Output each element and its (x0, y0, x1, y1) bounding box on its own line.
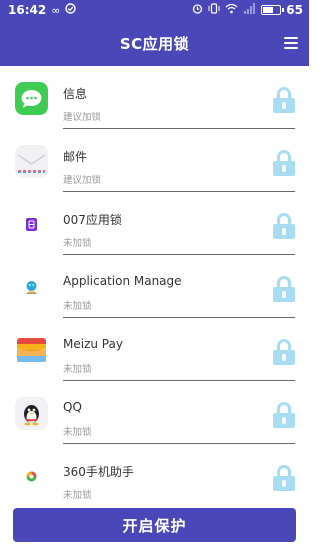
app-name: Meizu Pay (63, 337, 123, 351)
infinity-icon: ∞ (51, 3, 61, 17)
battery-icon (261, 5, 285, 15)
alarm-icon (192, 3, 203, 17)
app-lock-007-icon (15, 208, 48, 241)
app-row-meizu-pay[interactable]: Meizu Pay 未加锁 (0, 318, 309, 381)
application-manage-icon (15, 271, 48, 304)
lock-toggle-icon[interactable] (273, 150, 295, 176)
lock-status: 未加锁 (63, 301, 92, 312)
app-bar: SC应用锁 (0, 20, 309, 66)
qq-app-icon (15, 397, 48, 430)
app-row-application-manage[interactable]: Application Manage 未加锁 (0, 255, 309, 318)
lock-toggle-icon[interactable] (273, 339, 295, 365)
wifi-icon (225, 3, 238, 17)
app-row-mail[interactable]: 邮件 建议加锁 (0, 129, 309, 192)
signal-icon (243, 3, 256, 17)
app-name: 邮件 (63, 150, 88, 164)
app-row-qq[interactable]: QQ 未加锁 (0, 381, 309, 444)
lock-toggle-icon[interactable] (273, 402, 295, 428)
app-name: QQ (63, 400, 82, 414)
app-name: 007应用锁 (63, 213, 122, 227)
lock-toggle-icon[interactable] (273, 213, 295, 239)
app-name: Application Manage (63, 274, 182, 288)
app-list: 信息 建议加锁 邮件 建议加锁 007应用锁 未加锁 Application M… (0, 66, 309, 507)
app-name: 信息 (63, 87, 88, 101)
status-bar: 16:42 ∞ 65 (0, 0, 309, 20)
lock-status: 未加锁 (63, 427, 92, 438)
meizu-pay-icon (15, 334, 48, 367)
battery-level: 65 (286, 3, 303, 17)
lock-status: 未加锁 (63, 364, 92, 375)
lock-status: 未加锁 (63, 490, 92, 501)
app-title: SC应用锁 (119, 34, 190, 53)
messages-app-icon (15, 82, 48, 115)
360-assistant-icon (15, 460, 48, 493)
check-circle-icon (65, 3, 77, 17)
app-name: 360手机助手 (63, 465, 134, 479)
lock-status: 建议加锁 (63, 175, 102, 186)
app-row-360-assistant[interactable]: 360手机助手 未加锁 (0, 444, 309, 507)
status-bar-left: 16:42 ∞ (8, 3, 77, 17)
enable-protection-button[interactable]: 开启保护 (13, 508, 296, 542)
lock-toggle-icon[interactable] (273, 87, 295, 113)
app-row-messages[interactable]: 信息 建议加锁 (0, 66, 309, 129)
lock-toggle-icon[interactable] (273, 276, 295, 302)
vibrate-icon (208, 3, 220, 17)
status-bar-right: 65 (192, 3, 303, 17)
status-time: 16:42 (8, 3, 47, 17)
mail-app-icon (15, 145, 48, 178)
lock-toggle-icon[interactable] (273, 465, 295, 491)
lock-status: 建议加锁 (63, 112, 102, 123)
hamburger-menu-icon[interactable] (284, 37, 298, 49)
lock-status: 未加锁 (63, 238, 92, 249)
app-row-007-app-lock[interactable]: 007应用锁 未加锁 (0, 192, 309, 255)
